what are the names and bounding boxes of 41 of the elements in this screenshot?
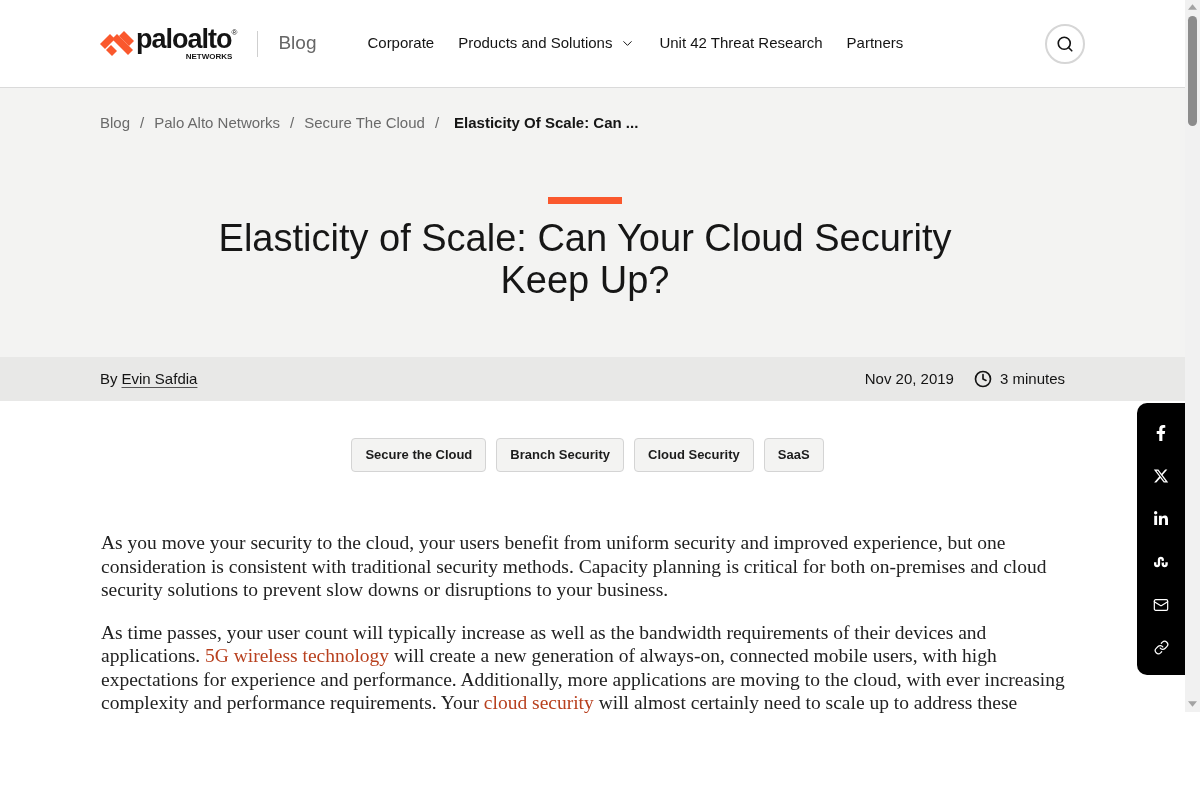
mail-icon xyxy=(1153,596,1169,613)
section-title: Blog xyxy=(278,31,317,56)
breadcrumb-separator: / xyxy=(140,112,145,133)
breadcrumb-current: Elasticity Of Scale: Can ... xyxy=(454,112,639,133)
scrollbar-thumb[interactable] xyxy=(1188,16,1197,126)
tag-link[interactable]: Secure the Cloud xyxy=(351,438,487,472)
logo-subtitle: NETWORKS xyxy=(185,51,233,61)
logo-wordmark: paloalto xyxy=(136,26,232,52)
logo-mark-icon xyxy=(100,30,134,57)
search-icon xyxy=(1056,34,1074,53)
nav-link[interactable]: Unit 42 Threat Research xyxy=(659,32,823,55)
breadcrumb-separator: / xyxy=(290,112,295,133)
body-paragraph: As time passes, your user count will typically increase as well as the bandwidth requirements of their devices and applications. 5G wireless technology will create a new generation of always-on, connected mobile users, with high expectations for experience and performance. Additionally, more applications are moving to the cloud, with ever increasing complexity and performance requirements. Your cloud security will almost certainly need to scale up to address these xyxy=(101,620,1066,715)
scrollbar[interactable] xyxy=(1185,0,1200,712)
nav-link[interactable]: Products and Solutions xyxy=(458,32,636,55)
body-paragraph: As you move your security to the cloud, your users benefit from uniform security and improved experience, but one consideration is consistent with traditional security methods. Capacity planning is critical for both on-premises and cloud security solutions to prevent slow downs or disruptions to your business. xyxy=(101,531,1048,602)
publish-date: Nov 20, 2019 xyxy=(864,368,954,389)
search-button[interactable] xyxy=(1045,23,1085,64)
tag-link[interactable]: Branch Security xyxy=(496,438,625,472)
nav-link[interactable]: Corporate xyxy=(367,32,435,55)
registered-mark: ® xyxy=(231,27,238,37)
facebook-icon xyxy=(1154,424,1168,441)
breadcrumb-link[interactable]: Secure The Cloud xyxy=(304,111,425,135)
x-icon xyxy=(1153,467,1169,484)
linkedin-icon xyxy=(1153,510,1169,527)
breadcrumb-link[interactable]: Blog xyxy=(100,111,131,135)
article-title: Elasticity of Scale: Can Your Cloud Security Keep Up? xyxy=(217,217,953,301)
author-link[interactable]: Evin Safdia xyxy=(121,367,198,391)
link-icon xyxy=(1153,640,1169,655)
byline-prefix: By xyxy=(100,368,118,389)
nav-link[interactable]: Partners xyxy=(846,32,904,55)
clock-icon xyxy=(973,370,992,388)
text-link[interactable]: cloud security xyxy=(483,692,594,713)
text-link[interactable]: 5G wireless technology xyxy=(205,645,390,666)
tag-link[interactable]: Cloud Security xyxy=(634,438,754,472)
logo-link[interactable]: paloalto® NETWORKS xyxy=(100,26,238,61)
breadcrumb-separator: / xyxy=(434,112,440,133)
read-time: 3 minutes xyxy=(999,368,1065,389)
breadcrumb-link[interactable]: Palo Alto Networks xyxy=(154,111,281,135)
tag-link[interactable]: SaaS xyxy=(763,438,824,472)
stumbleupon-icon xyxy=(1153,554,1169,569)
